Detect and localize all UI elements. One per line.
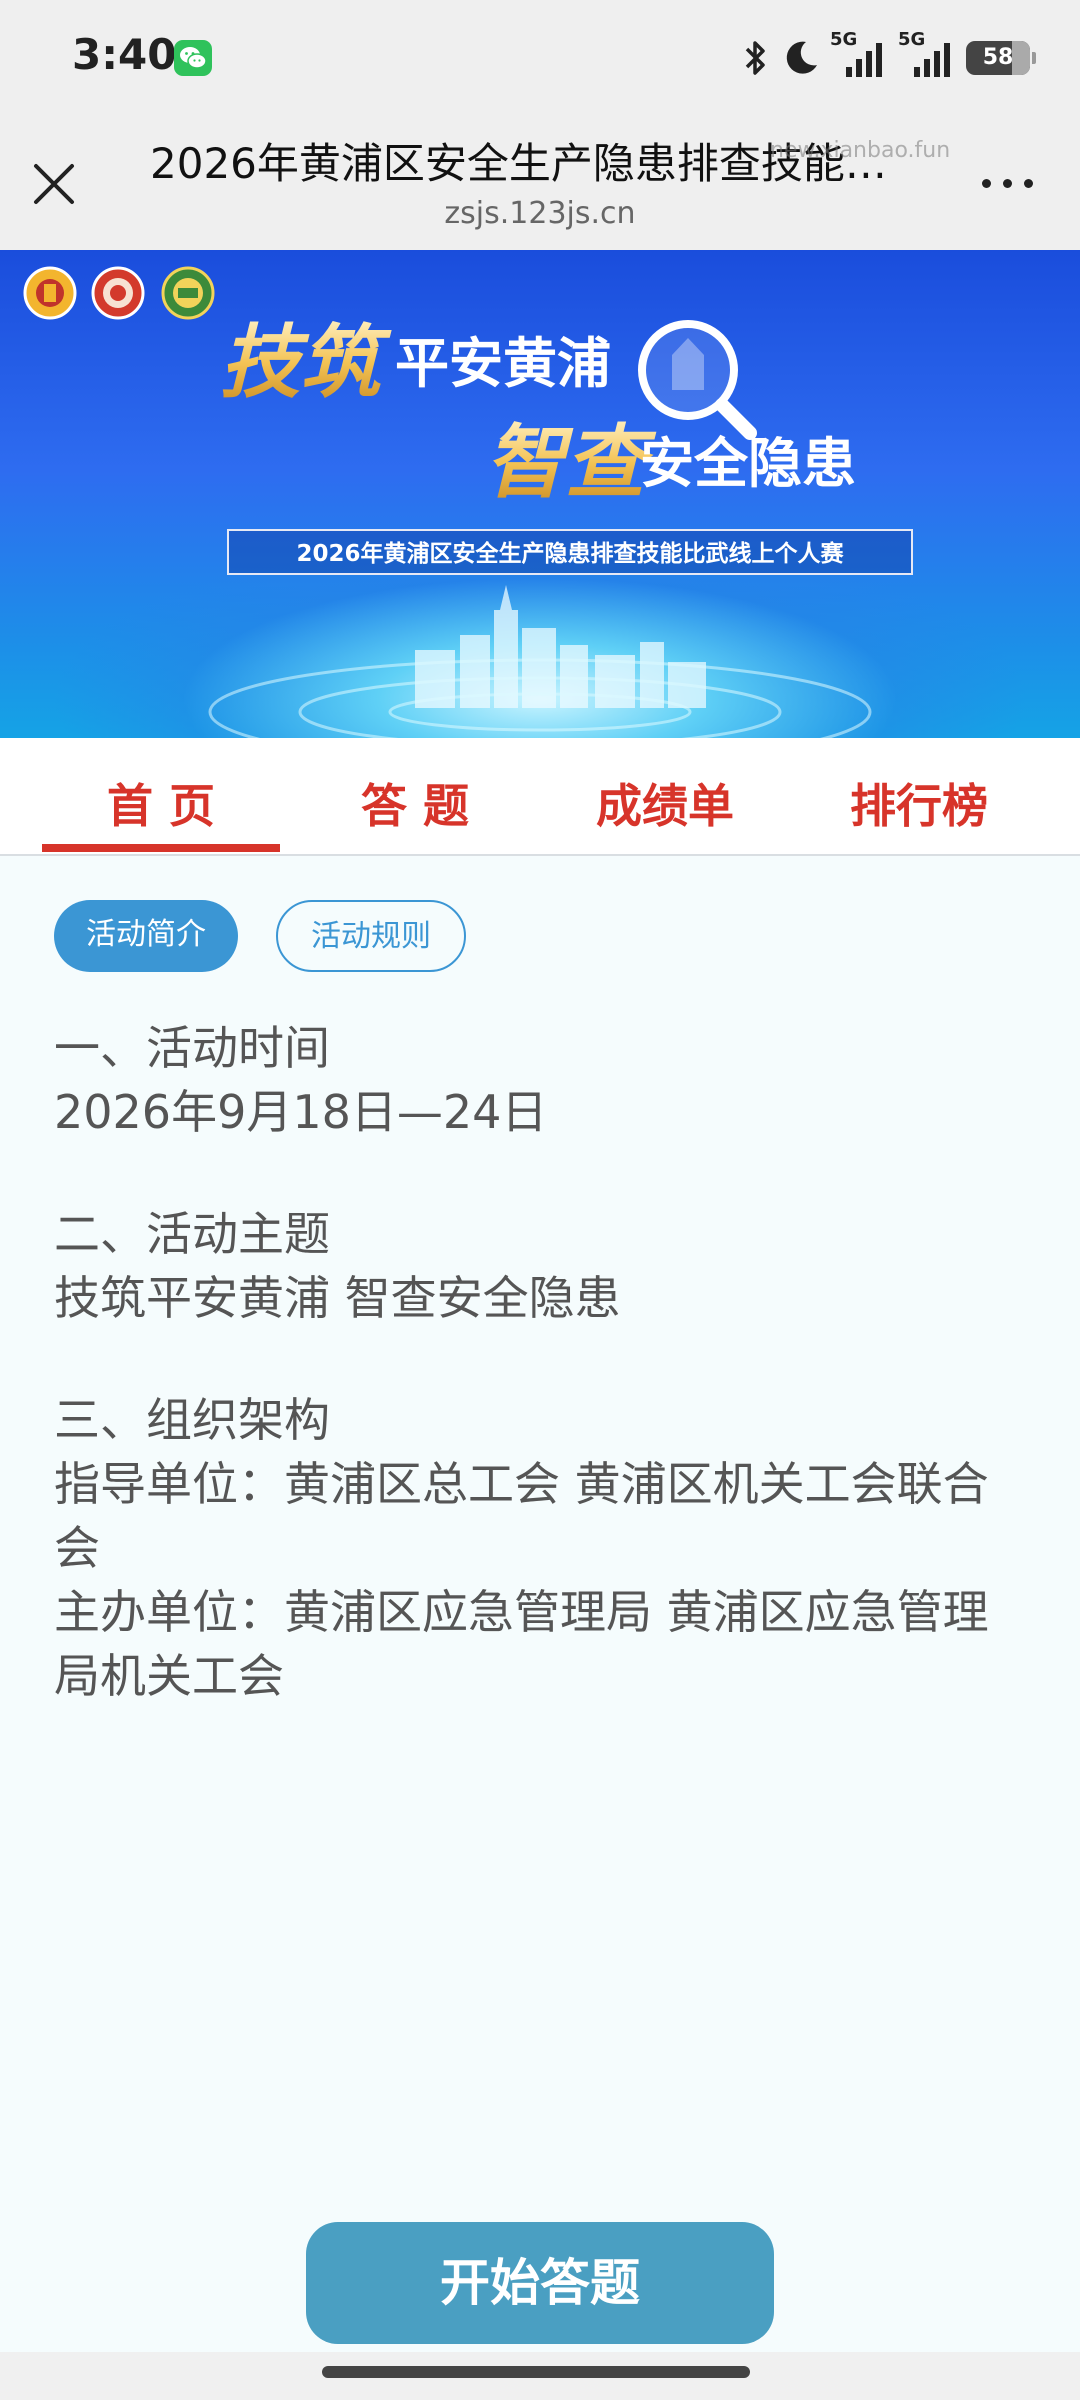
banner-subtitle: 2026年黄浦区安全生产隐患排查技能比武线上个人赛 <box>296 540 844 567</box>
status-icons: 5G 5G 58 <box>738 29 1036 84</box>
home-indicator[interactable] <box>322 2366 750 2378</box>
tab-scores[interactable]: 成绩单 <box>546 738 784 854</box>
bluetooth-icon <box>745 41 765 75</box>
start-answer-button[interactable]: 开始答题 <box>306 2222 774 2344</box>
tab-home[interactable]: 首 页 <box>42 738 280 854</box>
section-title: 三、组织架构 <box>54 1393 330 1447</box>
union-logo <box>23 266 77 320</box>
tab-ranking[interactable]: 排行榜 <box>800 738 1038 854</box>
banner-art: 技筑 平安黄浦 智查 安全隐患 2026年黄浦区安全生产隐患排查技能比武线上个人… <box>23 266 913 738</box>
tab-answer[interactable]: 答 题 <box>296 738 534 854</box>
section-body: 技筑平安黄浦 智查安全隐患 <box>54 1271 621 1325</box>
wechat-icon <box>174 40 212 76</box>
active-tab-indicator <box>42 844 280 852</box>
battery-indicator: 58 <box>966 41 1036 75</box>
subtab-rules[interactable]: 活动规则 <box>276 900 466 972</box>
section-body: 主办单位：黄浦区应急管理局 黄浦区应急管理局机关工会 <box>54 1585 989 1703</box>
subtab-intro[interactable]: 活动简介 <box>54 900 238 972</box>
section-body: 指导单位：黄浦区总工会 黄浦区机关工会联合会 <box>54 1457 989 1575</box>
page-url: zsjs.123js.cn <box>444 196 636 231</box>
magnifier-icon <box>638 320 757 440</box>
browser-navbar: 2026年黄浦区安全生产隐患排查技能比武线上个人赛 new.xianbao.fu… <box>0 120 1080 250</box>
section-title: 一、活动时间 <box>54 1021 330 1075</box>
banner-line1-gold: 技筑 <box>220 315 392 409</box>
safety-logo <box>161 266 215 320</box>
signal-5g-icon: 5G <box>830 29 888 81</box>
banner-line2-gold: 智查 <box>485 415 657 509</box>
section-body: 2026年9月18日—24日 <box>54 1085 548 1139</box>
section-title: 二、活动主题 <box>54 1207 330 1261</box>
banner: 技筑 平安黄浦 智查 安全隐患 2026年黄浦区安全生产隐患排查技能比武线上个人… <box>0 250 1080 738</box>
banner-line1-white: 平安黄浦 <box>395 332 611 395</box>
status-time: 3:40 <box>72 30 177 79</box>
skyline-illustration <box>415 585 706 708</box>
signal-5g-icon: 5G <box>898 29 956 81</box>
more-button[interactable] <box>982 168 1052 198</box>
more-icon <box>982 178 991 188</box>
moon-icon <box>786 41 817 74</box>
intro-content: 一、活动时间 2026年9月18日—24日 二、活动主题 技筑平安黄浦 智查安全… <box>54 1016 1034 1708</box>
banner-line2-white: 安全隐患 <box>640 432 856 495</box>
status-bar: 3:40 5G 5G 58 <box>0 0 1080 120</box>
red-emblem-logo <box>91 266 145 320</box>
main-tabs: 首 页 答 题 成绩单 排行榜 <box>0 738 1080 856</box>
watermark: new.xianbao.fun <box>770 138 951 163</box>
